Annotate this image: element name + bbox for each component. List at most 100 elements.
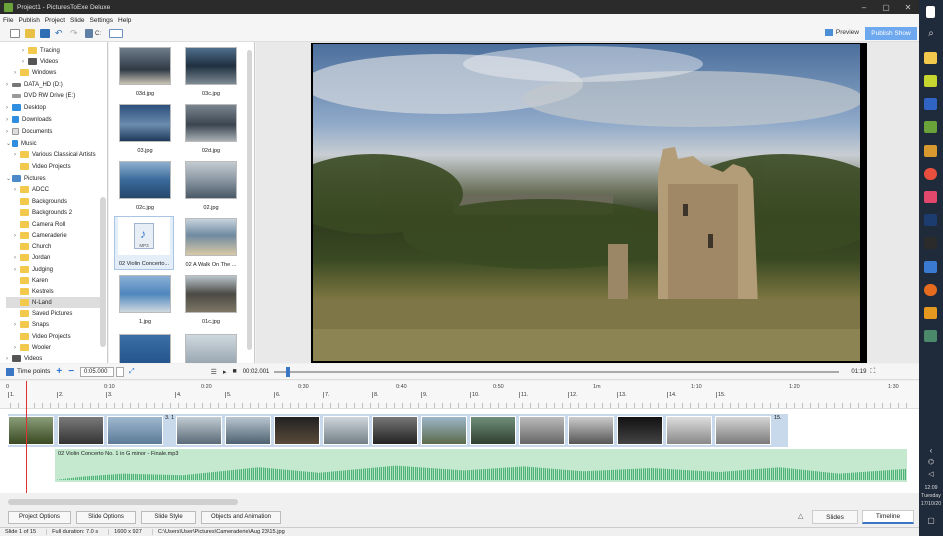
chevron-left-icon[interactable]: ‹ (919, 446, 943, 455)
playback-slider[interactable] (274, 366, 840, 377)
save-icon[interactable] (40, 29, 50, 38)
tab-slides[interactable]: Slides (812, 510, 858, 524)
clock-time[interactable]: 12:09 (919, 485, 943, 491)
preview-button[interactable]: Preview (824, 29, 859, 36)
tree-item[interactable]: › Cameraderie (14, 230, 67, 241)
tree-scrollbar[interactable] (100, 197, 106, 347)
redo-icon[interactable]: ↷ (70, 29, 80, 38)
slide-thumbnail[interactable] (225, 416, 271, 445)
timeline-scrollbar[interactable] (8, 499, 238, 505)
slide-options-button[interactable]: Slide Options (76, 510, 136, 524)
slide-marker[interactable]: 12. (568, 392, 578, 398)
tree-item[interactable]: › Windows (14, 67, 56, 78)
tree-item[interactable]: › ADCC (14, 184, 49, 195)
slide-thumbnail[interactable] (666, 416, 712, 445)
thumbnail[interactable]: 1.jpg (115, 275, 175, 325)
menu-help[interactable]: Help (118, 17, 131, 24)
playhead[interactable] (26, 381, 27, 493)
tree-item[interactable]: › Various Classical Artists (14, 149, 96, 160)
tree-item[interactable]: › Wooler (14, 342, 51, 353)
drive-icon[interactable] (85, 29, 93, 38)
photo-app-icon[interactable] (924, 121, 937, 133)
slide-marker[interactable]: 3. (106, 392, 113, 398)
tree-item[interactable]: Backgrounds (20, 196, 67, 207)
chrome-icon[interactable] (924, 168, 937, 180)
bridge-icon[interactable] (924, 237, 937, 249)
expand-up-icon[interactable]: △ (798, 512, 803, 520)
thumbnail[interactable]: 03d.jpg (115, 47, 175, 97)
slide-thumbnail[interactable] (372, 416, 418, 445)
tree-item[interactable]: › Documents (6, 126, 52, 137)
thumbnail[interactable]: 02d.jpg (181, 104, 241, 154)
slide-marker[interactable]: 9. (421, 392, 428, 398)
slide-marker[interactable]: 10. (470, 392, 480, 398)
slide-thumbnail[interactable] (8, 416, 54, 445)
tree-item[interactable]: › Judging (14, 264, 53, 275)
app-icon[interactable] (924, 307, 937, 319)
tree-item[interactable]: Church (20, 241, 51, 252)
minimize-button[interactable]: – (853, 3, 875, 12)
new-file-icon[interactable] (10, 29, 20, 38)
tree-item[interactable]: Karen (20, 275, 48, 286)
slide-thumbnail[interactable] (421, 416, 467, 445)
app-icon[interactable] (924, 261, 937, 273)
tree-item[interactable]: ⌄ Pictures (6, 173, 46, 184)
menu-project[interactable]: Project (45, 17, 65, 24)
photoshop-icon[interactable] (924, 214, 937, 226)
tree-item[interactable]: › Snaps (14, 319, 49, 330)
slide-thumbnail[interactable] (274, 416, 320, 445)
open-folder-icon[interactable] (25, 29, 35, 38)
slide-marker[interactable]: 11. (519, 392, 528, 398)
slide-marker[interactable]: 14. (667, 392, 677, 398)
slide-thumbnail[interactable] (617, 416, 663, 445)
publish-show-button[interactable]: Publish Show (865, 27, 917, 40)
firefox-icon[interactable] (924, 284, 937, 296)
slide-marker[interactable]: 7. (323, 392, 330, 398)
slide-photo[interactable] (313, 44, 860, 361)
menu-slide[interactable]: Slide (70, 17, 84, 24)
easing-icon[interactable]: ⤢ (129, 368, 135, 376)
thumbnail-selected[interactable]: ♪ MP3 02 Violin Concerto... (114, 216, 174, 270)
stop-icon[interactable]: ■ (232, 368, 236, 375)
slide-thumbnail[interactable] (58, 416, 104, 445)
tree-item[interactable]: DVD RW Drive (E:) (12, 90, 75, 101)
slide-thumbnail[interactable] (323, 416, 369, 445)
thumbnail[interactable] (115, 334, 175, 363)
pte-app-icon[interactable] (924, 330, 937, 342)
tree-item[interactable]: Backgrounds 2 (20, 207, 72, 218)
duration-input[interactable]: 0:05.000 (80, 366, 115, 377)
time-points-checkbox[interactable] (6, 367, 14, 376)
slide-marker[interactable]: 2. (57, 392, 64, 398)
tree-item[interactable]: Saved Pictures (20, 308, 72, 319)
thumbnail[interactable]: 02 A Walk On The ... (181, 218, 241, 268)
network-icon[interactable]: ⌬ (919, 458, 943, 466)
tree-item[interactable]: › Desktop (6, 102, 46, 113)
duration-stepper[interactable] (116, 366, 125, 377)
thumbnail[interactable]: 03.jpg (115, 104, 175, 154)
thumbnail[interactable]: 03c.jpg (181, 47, 241, 97)
slide-marker[interactable]: 13. (617, 392, 627, 398)
menu-settings[interactable]: Settings (90, 17, 114, 24)
tree-item[interactable]: › DATA_HD (D:) (6, 79, 63, 90)
slide-thumbnail[interactable] (176, 416, 222, 445)
slide-thumbnail[interactable] (715, 416, 771, 445)
thumbnail[interactable] (181, 334, 241, 363)
project-options-button[interactable]: Project Options (8, 510, 71, 524)
volume-icon[interactable]: ◁ (919, 470, 943, 478)
app-icon[interactable] (924, 191, 937, 203)
slide-marker[interactable]: 4. (175, 392, 182, 398)
tree-item[interactable]: › Downloads (6, 114, 52, 125)
tree-item[interactable]: › Videos (22, 56, 58, 67)
thumbnail[interactable]: 02.jpg (181, 161, 241, 211)
remove-time-point-icon[interactable]: − (68, 366, 74, 377)
notifications-icon[interactable]: ▢ (919, 516, 943, 525)
drive-label[interactable]: C: (95, 31, 101, 37)
slide-thumbnail[interactable] (107, 416, 163, 445)
windows-start-icon[interactable] (926, 6, 935, 18)
app-icon[interactable] (924, 75, 937, 87)
thumbnail-scrollbar[interactable] (247, 50, 252, 350)
thumbnail[interactable]: 02c.jpg (115, 161, 175, 211)
slide-thumbnail[interactable] (519, 416, 565, 445)
audio-track[interactable]: 02 Violin Concerto No. 1 in G minor - Fi… (55, 449, 907, 482)
undo-icon[interactable]: ↶ (55, 29, 65, 38)
